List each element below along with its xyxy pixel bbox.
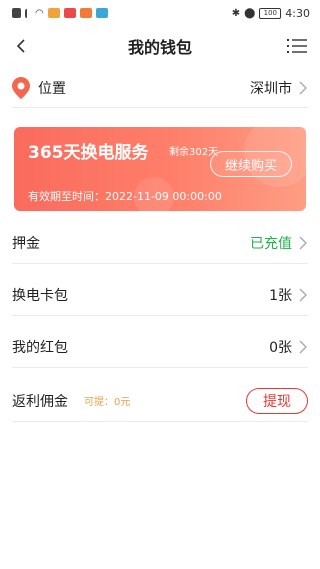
app-icon-4 — [95, 8, 108, 18]
wifi-icon: ◠ — [35, 7, 44, 19]
location-left: 位置 — [12, 76, 66, 99]
app-icon-2 — [63, 8, 76, 18]
card-pack-right: 1张 — [269, 285, 308, 305]
status-bar-right: ✱ ⬤ 100 4:30 — [232, 7, 310, 20]
card-pack-label: 换电卡包 — [12, 287, 68, 304]
location-pin-icon — [12, 76, 30, 99]
status-bar: ◠ ✱ ⬤ 100 4:30 — [0, 0, 320, 26]
back-button[interactable] — [10, 35, 32, 57]
notification-icon — [12, 8, 21, 18]
service-card-title: 365天换电服务 — [28, 143, 149, 163]
red-packet-label: 我的红包 — [12, 339, 68, 356]
rebate-left: 返利佣金 可提：0元 — [12, 391, 130, 411]
card-pack-count: 1张 — [269, 287, 292, 304]
deposit-status: 已充值 — [250, 235, 292, 252]
rebate-row: 返利佣金 可提：0元 提现 — [12, 380, 308, 422]
card-pack-row[interactable]: 换电卡包 1张 — [12, 274, 308, 316]
location-label: 位置 — [38, 80, 66, 97]
location-value: 深圳市 — [250, 80, 292, 97]
chevron-right-icon — [299, 81, 307, 94]
location-icon: ⬤ — [244, 7, 256, 19]
menu-button[interactable] — [286, 36, 308, 56]
signal-icon — [25, 8, 31, 18]
status-bar-left: ◠ — [12, 8, 108, 19]
red-packet-row[interactable]: 我的红包 0张 — [12, 326, 308, 368]
service-card: 365天换电服务 剩余302天 继续购买 有效期至时间：2022-11-09 0… — [14, 127, 306, 211]
status-time: 4:30 — [285, 6, 310, 20]
chevron-right-icon — [299, 288, 307, 301]
red-packet-count: 0张 — [269, 339, 292, 356]
chevron-right-icon — [299, 236, 307, 249]
chevron-right-icon — [299, 340, 307, 353]
deposit-right: 已充值 — [250, 233, 308, 253]
app-icon-3 — [79, 8, 92, 18]
rebate-available: 可提：0元 — [84, 397, 131, 408]
withdraw-button[interactable]: 提现 — [246, 387, 308, 414]
location-row[interactable]: 位置 深圳市 — [12, 68, 308, 108]
page-title: 我的钱包 — [127, 38, 192, 57]
app-icon-1 — [47, 8, 60, 18]
service-card-valid-until: 有效期至时间：2022-11-09 00:00:00 — [28, 190, 222, 203]
rebate-label: 返利佣金 — [12, 393, 68, 410]
battery-icon: 100 — [259, 7, 282, 19]
service-card-remaining: 剩余302天 — [169, 147, 219, 158]
deposit-label: 押金 — [12, 235, 40, 252]
location-right: 深圳市 — [250, 78, 308, 98]
chevron-left-icon — [16, 39, 25, 53]
list-menu-icon — [287, 39, 307, 53]
continue-purchase-button[interactable]: 继续购买 — [210, 151, 292, 177]
red-packet-right: 0张 — [269, 337, 308, 357]
deposit-row[interactable]: 押金 已充值 — [12, 222, 308, 264]
bluetooth-icon: ✱ — [231, 7, 241, 19]
nav-bar: 我的钱包 — [0, 26, 320, 66]
